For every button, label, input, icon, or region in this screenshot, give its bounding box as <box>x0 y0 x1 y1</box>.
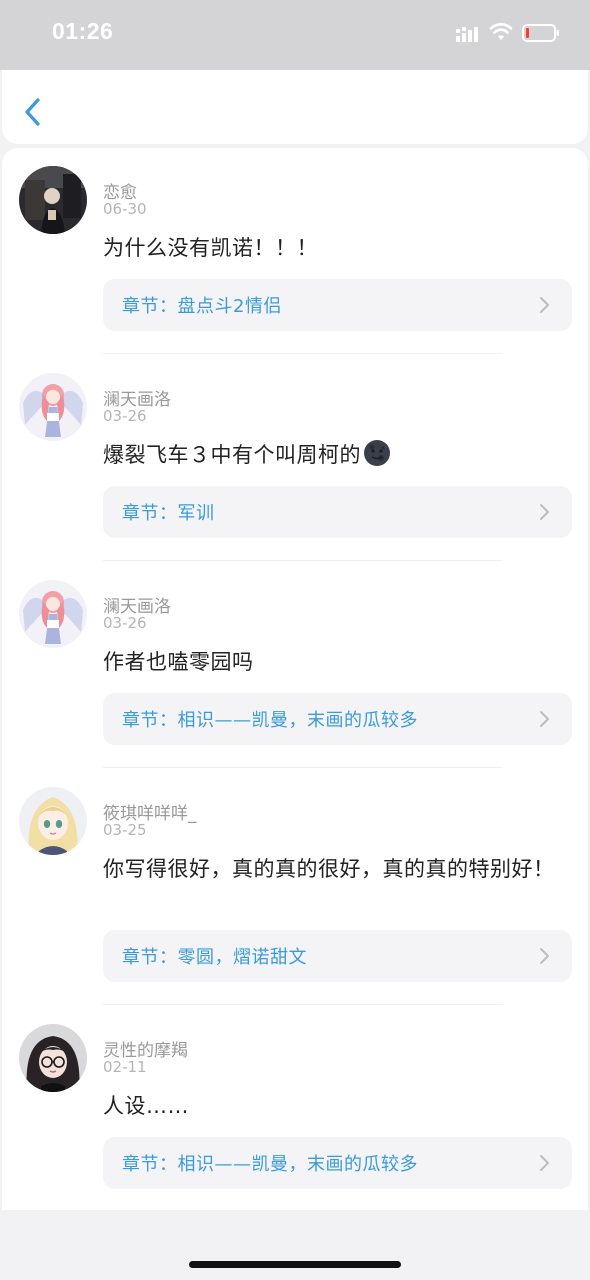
user-avatar[interactable] <box>19 166 87 234</box>
divider <box>103 1004 503 1005</box>
avatar-glasses-girl-icon <box>19 1024 87 1092</box>
comment-date: 03-26 <box>103 614 147 632</box>
chapter-link[interactable]: 章节：盘点斗2情侣 <box>103 279 572 331</box>
nav-bar <box>2 70 588 144</box>
battery-icon <box>522 24 559 42</box>
wifi-icon <box>489 23 513 40</box>
divider <box>103 353 503 354</box>
chevron-right-icon <box>540 948 549 964</box>
chapter-label: 章节：盘点斗2情侣 <box>122 292 282 318</box>
back-button[interactable] <box>18 92 50 132</box>
comment-text: 你写得很好，真的真的很好，真的真的特别好！ <box>103 857 555 881</box>
comment-text: 为什么没有凯诺！！！ <box>103 236 318 260</box>
chapter-label: 章节：零圆，熠诺甜文 <box>122 943 307 969</box>
divider <box>103 560 503 561</box>
chapter-title: 相识——凯曼，末画的瓜较多 <box>177 1154 418 1175</box>
home-indicator[interactable] <box>189 1261 401 1268</box>
chevron-right-icon <box>540 1155 549 1171</box>
chapter-link[interactable]: 章节：相识——凯曼，末画的瓜较多 <box>103 1137 572 1189</box>
user-avatar[interactable] <box>19 787 87 855</box>
chapter-label: 章节：相识——凯曼，末画的瓜较多 <box>122 706 418 732</box>
avatar-anime-angel-icon <box>19 373 87 441</box>
comment-date: 03-25 <box>103 821 147 839</box>
avatar-anime-angel-icon <box>19 580 87 648</box>
user-avatar[interactable] <box>19 1024 87 1092</box>
cellular-signal-icon <box>456 27 478 42</box>
comment-text-body: 爆裂飞车３中有个叫周柯的 <box>103 443 361 467</box>
comment-date: 02-11 <box>103 1058 147 1076</box>
status-bar: 01:26 <box>0 0 590 70</box>
comment-text: 爆裂飞车３中有个叫周柯的 <box>103 439 573 471</box>
comment-date: 06-30 <box>103 200 147 218</box>
avatar-dark-photo-icon <box>19 166 87 234</box>
chapter-link[interactable]: 章节：零圆，熠诺甜文 <box>103 930 572 982</box>
chapter-label: 章节：相识——凯曼，末画的瓜较多 <box>122 1150 418 1176</box>
chapter-prefix: 章节： <box>122 947 178 968</box>
chevron-left-icon <box>25 98 40 126</box>
chapter-prefix: 章节： <box>122 1154 178 1175</box>
user-avatar[interactable] <box>19 373 87 441</box>
chapter-link[interactable]: 章节：军训 <box>103 486 572 538</box>
chevron-right-icon <box>540 711 549 727</box>
chapter-title: 零圆，熠诺甜文 <box>177 947 307 968</box>
user-avatar[interactable] <box>19 580 87 648</box>
avatar-anime-blonde-girl-icon <box>19 787 87 855</box>
chapter-title: 相识——凯曼，末画的瓜较多 <box>177 710 418 731</box>
battery-level-low <box>526 28 529 38</box>
divider <box>103 767 503 768</box>
chapter-prefix: 章节： <box>122 710 178 731</box>
chapter-prefix: 章节： <box>122 503 178 524</box>
chapter-prefix: 章节： <box>122 296 178 317</box>
comment-date: 03-26 <box>103 407 147 425</box>
chapter-title: 盘点斗2情侣 <box>177 296 282 317</box>
comment-list: 恋愈 06-30 为什么没有凯诺！！！ 章节：盘点斗2情侣 澜天画洛 03-26… <box>2 148 588 1210</box>
chapter-link[interactable]: 章节：相识——凯曼，末画的瓜较多 <box>103 693 572 745</box>
chevron-right-icon <box>540 504 549 520</box>
comment-text: 作者也嗑零园吗 <box>103 650 254 674</box>
new-moon-face-emoji-icon <box>364 440 390 466</box>
status-time: 01:26 <box>52 18 114 44</box>
chapter-title: 军训 <box>177 503 215 524</box>
comment-text: 人设…… <box>103 1094 189 1118</box>
chevron-right-icon <box>540 297 549 313</box>
chapter-label: 章节：军训 <box>122 499 215 525</box>
